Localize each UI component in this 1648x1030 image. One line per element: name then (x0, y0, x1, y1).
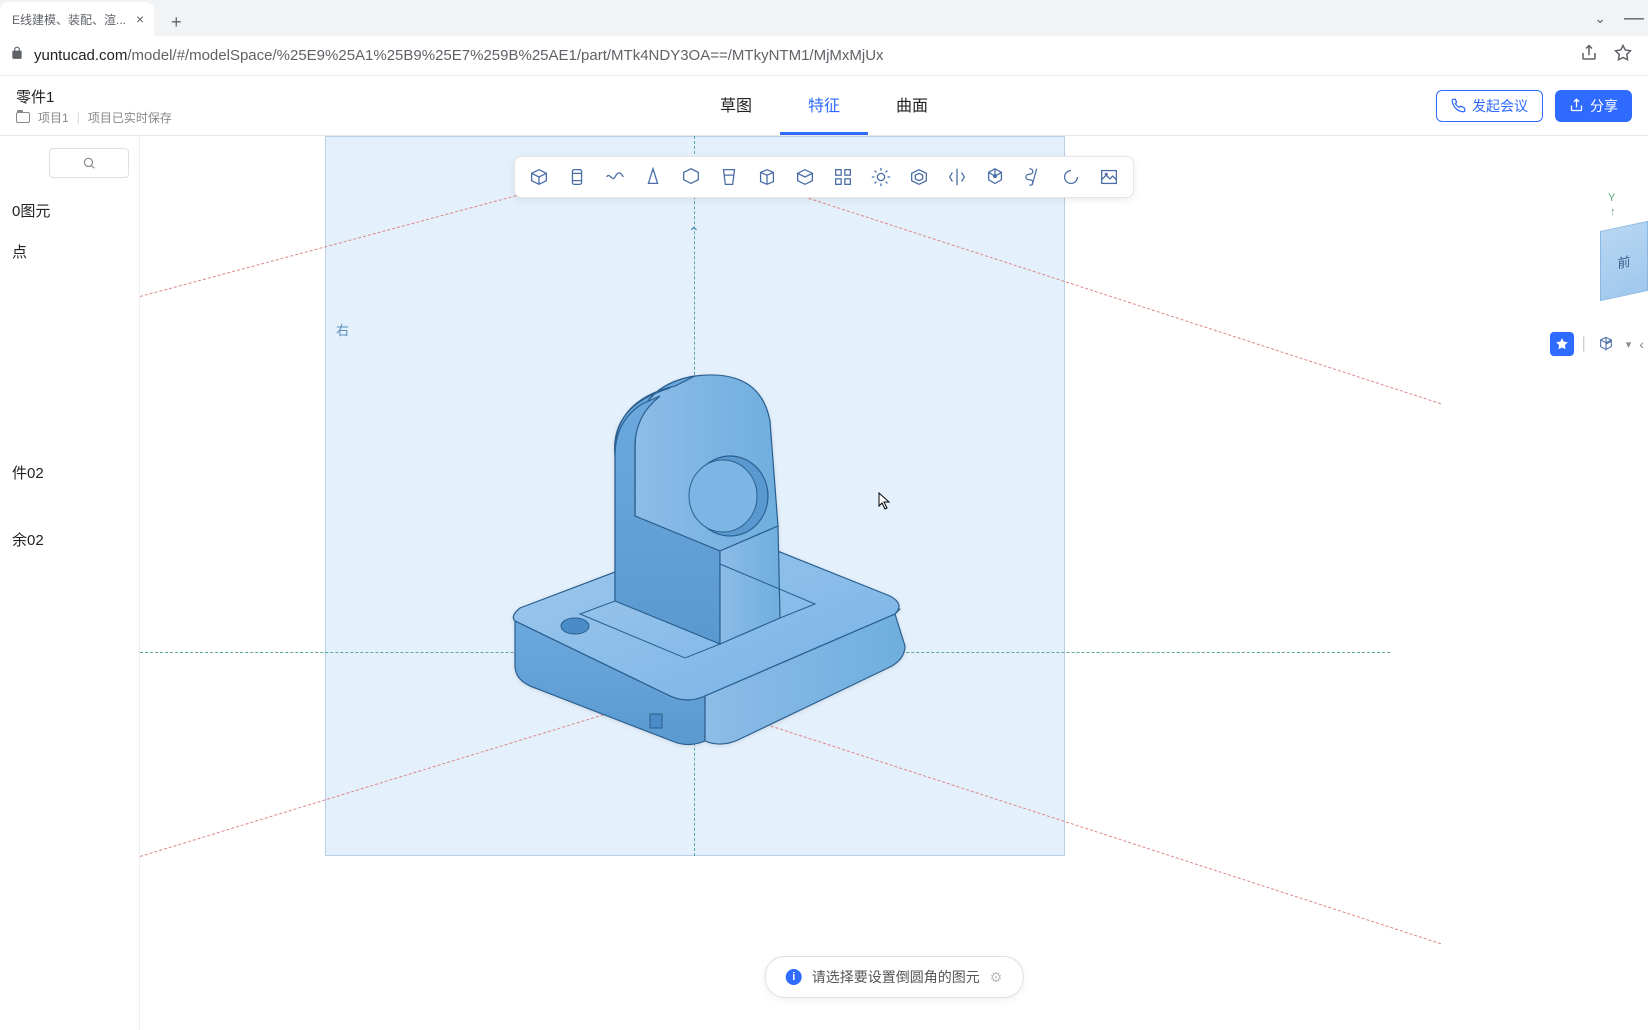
address-bar: yuntucad.com/model/#/modelSpace/%25E9%25… (0, 36, 1648, 76)
browser-tab[interactable]: E线建模、装配、渲... × (0, 2, 154, 36)
sidebar-item[interactable]: 点 (0, 231, 139, 272)
share-icon (1569, 98, 1584, 113)
hint-text: 请选择要设置倒圆角的图元 (812, 967, 980, 987)
start-meeting-button[interactable]: 发起会议 (1436, 90, 1543, 122)
tool-mirror[interactable] (943, 163, 971, 191)
view-cube-button[interactable] (1594, 332, 1618, 356)
tool-gear[interactable] (867, 163, 895, 191)
view-cube[interactable]: Y ↑ 前 (1580, 192, 1648, 322)
tool-offset[interactable] (905, 163, 933, 191)
tab-surface[interactable]: 曲面 (868, 76, 956, 135)
document-title: 零件1 (16, 86, 172, 107)
viewport-3d[interactable]: 右 ⌃ (140, 136, 1648, 1030)
chevron-left-icon[interactable]: ‹ (1639, 336, 1644, 352)
close-tab-icon[interactable]: × (136, 11, 144, 27)
window-controls: ⌄ — (1594, 0, 1644, 36)
axis-arrow-icon: ↑ (1610, 206, 1616, 218)
chevron-down-icon[interactable]: ▾ (1626, 338, 1632, 351)
sidebar-search[interactable] (49, 148, 129, 178)
tab-feature[interactable]: 特征 (780, 76, 868, 135)
tool-revolve[interactable] (563, 163, 591, 191)
share-url-icon[interactable] (1580, 44, 1598, 67)
browser-tabs: E线建模、装配、渲... × + ⌄ — (0, 0, 1648, 36)
sidebar-item[interactable]: 0图元 (0, 190, 139, 231)
share-button[interactable]: 分享 (1555, 90, 1632, 122)
document-info: 零件1 项目1 | 项目已实时保存 (16, 86, 172, 126)
hint-bar: i 请选择要设置倒圆角的图元 ⚙ (765, 956, 1024, 998)
part-model[interactable] (460, 366, 940, 771)
feature-toolbar (514, 156, 1134, 198)
url-text[interactable]: yuntucad.com/model/#/modelSpace/%25E9%25… (34, 47, 1570, 64)
tool-extrude[interactable] (525, 163, 553, 191)
sidebar-list: 0图元 点 件02 余02 (0, 190, 139, 560)
new-tab-button[interactable]: + (162, 8, 190, 36)
sidebar-item[interactable]: 余02 (0, 519, 139, 560)
tabs-dropdown-icon[interactable]: ⌄ (1594, 10, 1606, 27)
tool-curve[interactable] (1057, 163, 1085, 191)
phone-icon (1451, 98, 1466, 113)
cube-front-face[interactable]: 前 (1600, 221, 1648, 301)
axis-y-label: Y (1608, 192, 1615, 204)
tool-pattern[interactable] (829, 163, 857, 191)
view-lock-button[interactable] (1550, 332, 1574, 356)
save-status: 项目已实时保存 (88, 109, 172, 126)
tool-cylinder[interactable] (791, 163, 819, 191)
tab-sketch[interactable]: 草图 (692, 76, 780, 135)
settings-icon[interactable]: ⚙ (990, 969, 1003, 986)
info-icon: i (786, 969, 802, 985)
bookmark-star-icon[interactable] (1614, 44, 1632, 67)
tool-sweep[interactable] (601, 163, 629, 191)
project-name[interactable]: 项目1 (38, 109, 69, 126)
tool-shell[interactable] (677, 163, 705, 191)
plane-label: 右 (336, 320, 349, 339)
tool-helix[interactable] (1019, 163, 1047, 191)
search-icon (82, 156, 96, 170)
sidebar-item[interactable]: 件02 (0, 452, 139, 493)
sidebar: 0图元 点 件02 余02 (0, 136, 140, 1030)
tool-loft[interactable] (639, 163, 667, 191)
lock-icon[interactable] (10, 46, 24, 65)
folder-icon (16, 112, 30, 123)
app-header: 零件1 项目1 | 项目已实时保存 草图 特征 曲面 发起会议 分享 (0, 76, 1648, 136)
tool-array[interactable] (981, 163, 1009, 191)
tool-box[interactable] (753, 163, 781, 191)
mode-tabs: 草图 特征 曲面 (692, 76, 956, 135)
tab-title: E线建模、装配、渲... (12, 11, 126, 28)
minimize-icon[interactable]: — (1624, 7, 1644, 30)
view-controls: | ▾ ‹ (1546, 328, 1648, 360)
tool-image[interactable] (1095, 163, 1123, 191)
tool-draft[interactable] (715, 163, 743, 191)
